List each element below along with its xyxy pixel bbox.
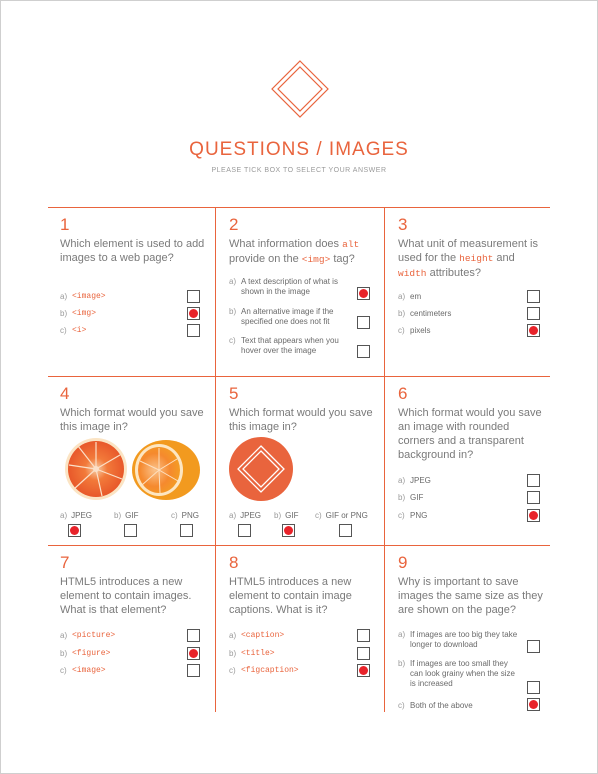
checked-mark-icon — [360, 667, 367, 674]
option-inline: b) GIF — [274, 511, 299, 520]
page-title: QUESTIONS / IMAGES — [189, 139, 409, 160]
question-number: 8 — [229, 553, 239, 572]
grid-line-right — [384, 207, 385, 712]
question-text: What information does alt provide on the… — [229, 238, 360, 265]
checkbox[interactable] — [238, 524, 251, 537]
question-text: Which format would you save this image i… — [229, 407, 373, 433]
checkbox[interactable] — [187, 647, 200, 660]
question-7: 7 HTML5 introduces a new element to cont… — [60, 553, 210, 617]
checkbox[interactable] — [180, 524, 193, 537]
checkbox[interactable] — [357, 664, 370, 677]
question-4: 4 Which format would you save this image… — [60, 384, 210, 434]
checked-mark-icon — [530, 512, 537, 519]
question-9: 9 Why is important to save images the sa… — [398, 553, 543, 617]
question-number: 5 — [229, 384, 239, 403]
checkbox[interactable] — [187, 324, 200, 337]
checkbox[interactable] — [187, 290, 200, 303]
grid-line-middle — [48, 376, 550, 377]
question-number: 2 — [229, 215, 239, 234]
checked-mark-icon — [71, 527, 78, 534]
question-2: 2 What information does alt provide on t… — [229, 215, 374, 267]
question-3: 3 What unit of measurement is used for t… — [398, 215, 543, 281]
question-number: 4 — [60, 384, 70, 403]
checkbox[interactable] — [357, 647, 370, 660]
checkbox[interactable] — [527, 509, 540, 522]
checked-mark-icon — [190, 310, 197, 317]
question-number: 7 — [60, 553, 70, 572]
question-text: What unit of measurement is used for the… — [398, 238, 539, 279]
checked-mark-icon — [285, 527, 292, 534]
question-5: 5 Which format would you save this image… — [229, 384, 379, 434]
orange-circle-logo — [229, 437, 293, 501]
checkbox[interactable] — [68, 524, 81, 537]
checkbox[interactable] — [527, 681, 540, 694]
question-text: HTML5 introduces a new element to contai… — [229, 576, 352, 616]
checkbox[interactable] — [357, 345, 370, 358]
diamond-logo-icon — [271, 60, 329, 118]
checkbox[interactable] — [527, 290, 540, 303]
checkbox[interactable] — [124, 524, 137, 537]
checkbox[interactable] — [339, 524, 352, 537]
checkbox[interactable] — [527, 324, 540, 337]
option-inline: a) JPEG — [60, 511, 93, 520]
checkbox[interactable] — [527, 474, 540, 487]
question-number: 3 — [398, 215, 408, 234]
question-1: 1 Which element is used to add images to… — [60, 215, 210, 265]
checkbox[interactable] — [187, 307, 200, 320]
option-inline: a) JPEG — [229, 511, 262, 520]
checkbox[interactable] — [527, 307, 540, 320]
checked-mark-icon — [190, 650, 197, 657]
grid-line-left — [215, 207, 216, 712]
checkbox[interactable] — [357, 287, 370, 300]
question-8: 8 HTML5 introduces a new element to cont… — [229, 553, 379, 617]
checkbox[interactable] — [527, 640, 540, 653]
option-inline: c) PNG — [171, 511, 200, 520]
checkbox[interactable] — [282, 524, 295, 537]
checkbox[interactable] — [357, 629, 370, 642]
checkbox[interactable] — [527, 491, 540, 504]
checked-mark-icon — [530, 327, 537, 334]
question-text: Which format would you save this image i… — [60, 407, 204, 433]
checked-mark-icon — [530, 701, 537, 708]
question-number: 1 — [60, 215, 70, 234]
question-text: Which format would you save an image wit… — [398, 407, 542, 461]
checkbox[interactable] — [527, 698, 540, 711]
question-text: HTML5 introduces a new element to contai… — [60, 576, 192, 616]
checkbox[interactable] — [357, 316, 370, 329]
grapefruit-photo — [65, 438, 200, 500]
page-subtitle: PLEASE TICK BOX TO SELECT YOUR ANSWER — [211, 167, 387, 174]
grid-line-top — [48, 207, 550, 208]
checkbox[interactable] — [187, 664, 200, 677]
checkbox[interactable] — [187, 629, 200, 642]
question-text: Why is important to save images the same… — [398, 576, 543, 616]
question-6: 6 Which format would you save an image w… — [398, 384, 543, 462]
option-inline: b) GIF — [114, 511, 139, 520]
question-number: 6 — [398, 384, 408, 403]
question-number: 9 — [398, 553, 408, 572]
grid-line-bottom — [48, 545, 550, 546]
question-text: Which element is used to add images to a… — [60, 238, 205, 264]
checked-mark-icon — [360, 290, 367, 297]
option-inline: c) GIF or PNG — [315, 511, 368, 520]
